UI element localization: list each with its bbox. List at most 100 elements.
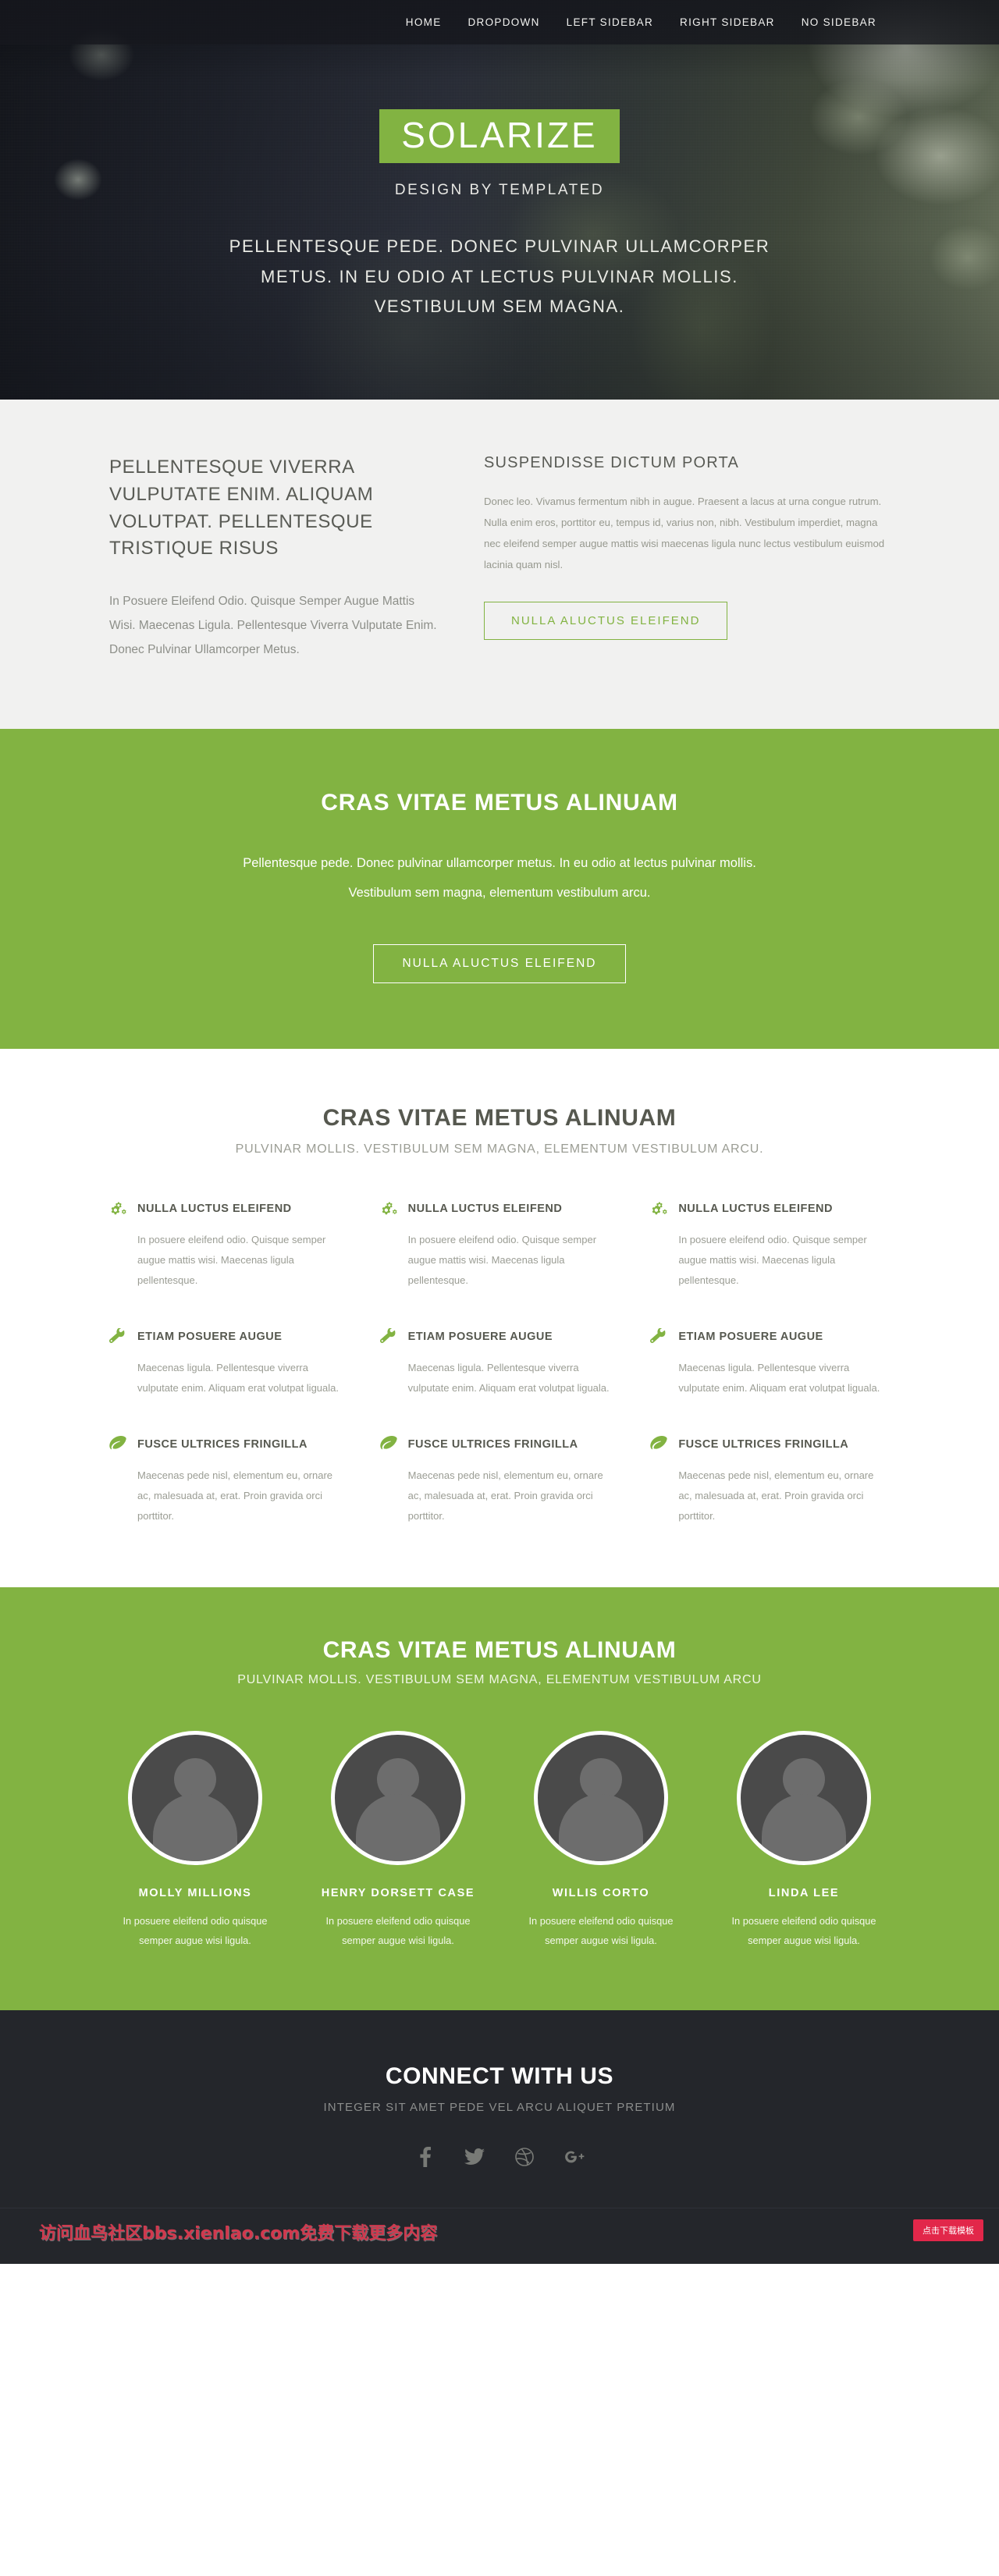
feature-card: ETIAM POSUERE AUGUE Maecenas ligula. Pell… bbox=[379, 1328, 620, 1398]
feature-body: Maecenas ligula. Pellentesque viverra vu… bbox=[407, 1362, 610, 1395]
avatar bbox=[331, 1731, 465, 1866]
team-member: WILLIS CORTO In posuere eleifend odio qui… bbox=[515, 1731, 687, 1951]
hero-lead-text: PELLENTESQUE PEDE. DONEC PULVINAR ULLAMC… bbox=[229, 236, 770, 317]
avatar-body bbox=[356, 1794, 440, 1862]
watermark-text: 访问血鸟社区bbs.xienlao.com免费下载更多内容 bbox=[39, 2223, 438, 2244]
intro-right-paragraph: Donec leo. Vivamus fermentum nibh in aug… bbox=[484, 496, 885, 571]
cogs-icon bbox=[109, 1200, 126, 1217]
features-grid: NULLA LUCTUS ELEIFEND In posuere eleifend… bbox=[109, 1200, 890, 1526]
avatar bbox=[737, 1731, 871, 1866]
hero-section: HOME DROPDOWN LEFT SIDEBAR RIGHT SIDEBAR… bbox=[0, 0, 999, 400]
intro-wrapper: PELLENTESQUE VIVERRA VULPUTATE ENIM. ALI… bbox=[109, 454, 890, 662]
feature-body: Maecenas pede nisl, elementum eu, ornare… bbox=[407, 1469, 603, 1523]
leaf-icon bbox=[379, 1436, 397, 1453]
feature-card: FUSCE ULTRICES FRINGILLA Maecenas pede ni… bbox=[109, 1436, 349, 1526]
footer-wrapper: CONNECT WITH US INTEGER SIT AMET PEDE VE… bbox=[109, 2063, 890, 2167]
team-member-description: In posuere eleifend odio quisque semper … bbox=[731, 1914, 876, 1946]
team-heading: CRAS VITAE METUS ALINUAM bbox=[322, 1637, 677, 1664]
intro-right-column: SUSPENDISSE DICTUM PORTA Donec leo. Viva… bbox=[484, 454, 890, 662]
main-navbar: HOME DROPDOWN LEFT SIDEBAR RIGHT SIDEBAR… bbox=[0, 0, 999, 44]
feature-card-header: ETIAM POSUERE AUGUE bbox=[379, 1328, 620, 1345]
twitter-icon[interactable] bbox=[464, 2147, 485, 2167]
footer-subheading: INTEGER SIT AMET PEDE VEL ARCU ALIQUET P… bbox=[323, 2100, 676, 2114]
hero-title: SOLARIZE bbox=[379, 109, 620, 164]
cta-heading: CRAS VITAE METUS ALINUAM bbox=[321, 790, 678, 816]
social-links bbox=[109, 2146, 890, 2167]
team-member: LINDA LEE In posuere eleifend odio quisqu… bbox=[718, 1731, 890, 1951]
wrench-icon bbox=[650, 1328, 667, 1345]
intro-left-paragraph: In Posuere Eleifend Odio. Quisque Semper… bbox=[109, 595, 437, 657]
feature-card: NULLA LUCTUS ELEIFEND In posuere eleifend… bbox=[380, 1200, 620, 1291]
footer-section: CONNECT WITH US INTEGER SIT AMET PEDE VE… bbox=[0, 2009, 999, 2264]
feature-title: NULLA LUCTUS ELEIFEND bbox=[407, 1203, 563, 1216]
feature-card-header: ETIAM POSUERE AUGUE bbox=[650, 1328, 890, 1345]
team-subheading: PULVINAR MOLLIS. VESTIBULUM SEM MAGNA, E… bbox=[237, 1673, 762, 1687]
nav-item-right-sidebar[interactable]: RIGHT SIDEBAR bbox=[667, 0, 788, 44]
dribbble-icon[interactable] bbox=[514, 2147, 535, 2167]
avatar bbox=[128, 1731, 262, 1866]
cogs-icon bbox=[380, 1200, 397, 1217]
feature-title: ETIAM POSUERE AUGUE bbox=[137, 1331, 283, 1344]
avatar-body bbox=[762, 1794, 846, 1862]
feature-card: ETIAM POSUERE AUGUE Maecenas ligula. Pell… bbox=[109, 1328, 349, 1398]
wrench-icon bbox=[379, 1328, 397, 1345]
wrench-icon bbox=[109, 1328, 126, 1345]
cta-wrapper: CRAS VITAE METUS ALINUAM Pellentesque pe… bbox=[109, 790, 890, 984]
feature-card-header: NULLA LUCTUS ELEIFEND bbox=[109, 1200, 349, 1217]
leaf-icon bbox=[650, 1436, 667, 1453]
cogs-icon bbox=[650, 1200, 667, 1217]
team-member-name: HENRY DORSETT CASE bbox=[321, 1887, 475, 1900]
nav-item-home[interactable]: HOME bbox=[393, 0, 455, 44]
feature-card: FUSCE ULTRICES FRINGILLA Maecenas pede ni… bbox=[379, 1436, 620, 1526]
feature-body: In posuere eleifend odio. Quisque semper… bbox=[678, 1234, 867, 1287]
feature-title: NULLA LUCTUS ELEIFEND bbox=[678, 1203, 833, 1216]
feature-title: FUSCE ULTRICES FRINGILLA bbox=[407, 1438, 578, 1451]
feature-card-header: FUSCE ULTRICES FRINGILLA bbox=[379, 1436, 620, 1453]
intro-left-heading: PELLENTESQUE VIVERRA VULPUTATE ENIM. ALI… bbox=[109, 457, 374, 560]
team-section: CRAS VITAE METUS ALINUAM PULVINAR MOLLIS… bbox=[0, 1587, 999, 2010]
google-plus-icon[interactable] bbox=[564, 2147, 585, 2167]
hero-content: SOLARIZE DESIGN BY TEMPLATED PELLENTESQU… bbox=[109, 0, 890, 322]
facebook-icon[interactable] bbox=[414, 2146, 435, 2167]
cta-button[interactable]: NULLA ALUCTUS ELEIFEND bbox=[373, 944, 626, 984]
team-member-description: In posuere eleifend odio quisque semper … bbox=[123, 1914, 268, 1946]
feature-body: Maecenas pede nisl, elementum eu, ornare… bbox=[137, 1469, 333, 1523]
team-member-name: LINDA LEE bbox=[768, 1887, 840, 1900]
avatar-body bbox=[153, 1794, 237, 1862]
team-member-description: In posuere eleifend odio quisque semper … bbox=[325, 1914, 471, 1946]
team-member-description: In posuere eleifend odio quisque semper … bbox=[528, 1914, 674, 1946]
intro-cta-button[interactable]: NULLA ALUCTUS ELEIFEND bbox=[484, 602, 728, 641]
hero-subtitle: DESIGN BY TEMPLATED bbox=[394, 182, 605, 199]
nav-item-no-sidebar[interactable]: NO SIDEBAR bbox=[788, 0, 890, 44]
cta-paragraph: Pellentesque pede. Donec pulvinar ullamc… bbox=[243, 856, 756, 901]
features-subheading: PULVINAR MOLLIS. VESTIBULUM SEM MAGNA, E… bbox=[235, 1142, 764, 1157]
team-wrapper: CRAS VITAE METUS ALINUAM PULVINAR MOLLIS… bbox=[109, 1637, 890, 1951]
feature-card-header: NULLA LUCTUS ELEIFEND bbox=[650, 1200, 890, 1217]
feature-body: In posuere eleifend odio. Quisque semper… bbox=[137, 1234, 326, 1287]
features-header: CRAS VITAE METUS ALINUAM PULVINAR MOLLIS… bbox=[109, 1105, 890, 1157]
feature-title: NULLA LUCTUS ELEIFEND bbox=[137, 1203, 292, 1216]
features-wrapper: CRAS VITAE METUS ALINUAM PULVINAR MOLLIS… bbox=[109, 1105, 890, 1526]
intro-section: PELLENTESQUE VIVERRA VULPUTATE ENIM. ALI… bbox=[0, 400, 999, 730]
feature-card: ETIAM POSUERE AUGUE Maecenas ligula. Pell… bbox=[650, 1328, 890, 1398]
footer-bottom-bar: 访问血鸟社区bbs.xienlao.com免费下载更多内容 点击下载模板 bbox=[0, 2207, 999, 2264]
team-member: MOLLY MILLIONS In posuere eleifend odio q… bbox=[109, 1731, 281, 1951]
feature-card: NULLA LUCTUS ELEIFEND In posuere eleifend… bbox=[650, 1200, 890, 1291]
features-section: CRAS VITAE METUS ALINUAM PULVINAR MOLLIS… bbox=[0, 1049, 999, 1588]
feature-card-header: FUSCE ULTRICES FRINGILLA bbox=[650, 1436, 890, 1453]
team-member: HENRY DORSETT CASE In posuere eleifend od… bbox=[312, 1731, 484, 1951]
team-member-name: MOLLY MILLIONS bbox=[138, 1887, 252, 1900]
nav-item-dropdown[interactable]: DROPDOWN bbox=[455, 0, 553, 44]
features-heading: CRAS VITAE METUS ALINUAM bbox=[322, 1105, 677, 1132]
feature-title: FUSCE ULTRICES FRINGILLA bbox=[678, 1438, 849, 1451]
intro-left-column: PELLENTESQUE VIVERRA VULPUTATE ENIM. ALI… bbox=[109, 454, 437, 662]
nav-item-left-sidebar[interactable]: LEFT SIDEBAR bbox=[553, 0, 667, 44]
download-template-badge[interactable]: 点击下载模板 bbox=[913, 2219, 983, 2241]
feature-body: Maecenas pede nisl, elementum eu, ornare… bbox=[678, 1469, 874, 1523]
cta-section: CRAS VITAE METUS ALINUAM Pellentesque pe… bbox=[0, 729, 999, 1050]
footer-heading: CONNECT WITH US bbox=[385, 2063, 614, 2089]
feature-body: Maecenas ligula. Pellentesque viverra vu… bbox=[678, 1362, 880, 1395]
feature-title: FUSCE ULTRICES FRINGILLA bbox=[137, 1438, 308, 1451]
feature-title: ETIAM POSUERE AUGUE bbox=[678, 1331, 823, 1344]
feature-card-header: ETIAM POSUERE AUGUE bbox=[109, 1328, 349, 1345]
